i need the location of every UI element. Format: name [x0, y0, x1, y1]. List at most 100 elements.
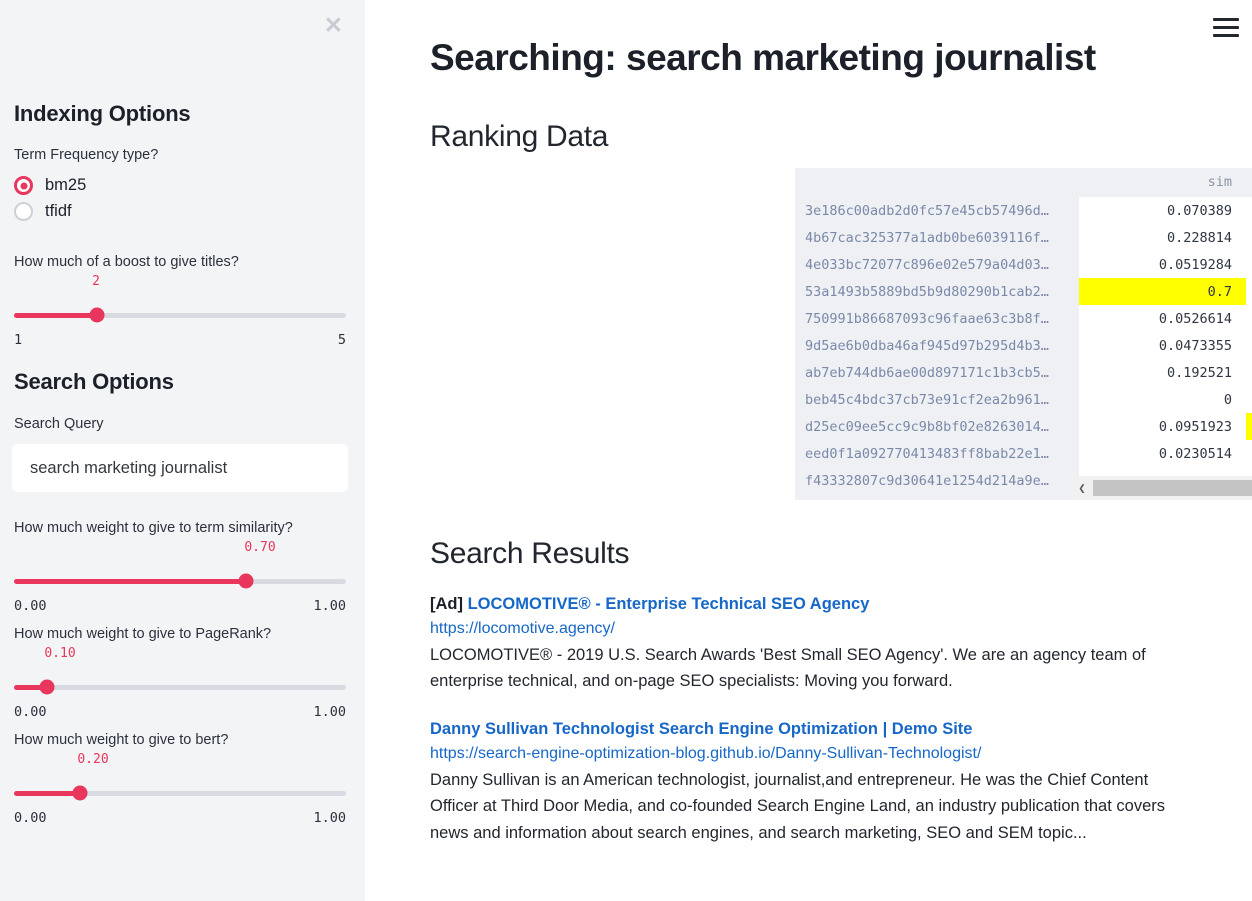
col-header-id[interactable]	[795, 168, 1080, 197]
cell-pr: 0.0218101	[1246, 386, 1252, 413]
ranking-data-table[interactable]: sim pr bert 3e186c00adb2d0fc57e45cb57496…	[795, 168, 1252, 500]
app-root: ✕ Indexing Options Term Frequency type? …	[0, 0, 1252, 901]
pagerank-range: 0.00 1.00	[14, 704, 346, 720]
cell-pr: 0.0128302	[1246, 251, 1252, 278]
hamburger-bar	[1213, 18, 1239, 21]
search-result-item: [Ad] LOCOMOTIVE® - Enterprise Technical …	[430, 592, 1220, 695]
cell-sim: 0.0951923	[1079, 413, 1247, 440]
term-frequency-label: Term Frequency type?	[14, 147, 159, 163]
cell-sim: 0	[1079, 386, 1247, 413]
table-header: sim pr bert	[795, 168, 1252, 197]
result-snippet: Danny Sullivan is an American technologi…	[430, 770, 1165, 842]
radio-option-tfidf[interactable]: tfidf	[14, 202, 86, 221]
ad-badge: [Ad]	[430, 595, 468, 613]
table-row[interactable]: 4e033bc72077c896e02e579a04d03…0.05192840…	[795, 251, 1252, 278]
pagerank-thumb[interactable]	[39, 679, 55, 695]
result-title-link[interactable]: LOCOMOTIVE® - Enterprise Technical SEO A…	[468, 595, 870, 613]
scroll-left-arrow-icon[interactable]: ❮	[1071, 481, 1093, 495]
ranking-data-heading: Ranking Data	[430, 120, 609, 153]
title-boost-slider[interactable]	[14, 307, 346, 323]
bert-value: 0.20	[77, 752, 109, 767]
table-body: 3e186c00adb2d0fc57e45cb57496d…0.0703890.…	[795, 197, 1252, 494]
table-row[interactable]: 9d5ae6b0dba46af945d97b295d4b3…0.04733550…	[795, 332, 1252, 359]
title-boost-max: 5	[337, 331, 346, 348]
cell-sim: 0.070389	[1079, 197, 1247, 224]
bert-thumb[interactable]	[72, 785, 88, 801]
term-similarity-label: How much weight to give to term similari…	[14, 520, 293, 536]
search-options-heading: Search Options	[14, 369, 174, 394]
table-row[interactable]: beb45c4bdc37cb73e91cf2ea2b961…00.0218101…	[795, 386, 1252, 413]
table-row[interactable]: ab7eb744db6ae00d897171c1b3cb5…0.1925210.…	[795, 359, 1252, 386]
title-boost-slider-block: How much of a boost to give titles? 2 1 …	[14, 253, 346, 348]
title-boost-thumb[interactable]	[89, 307, 105, 323]
cell-sim: 0.0473355	[1079, 332, 1247, 359]
pagerank-slider-block: How much weight to give to PageRank? 0.1…	[14, 625, 346, 720]
term-similarity-range: 0.00 1.00	[14, 598, 346, 614]
table-horizontal-scrollbar[interactable]: ❮ ❯	[1071, 476, 1252, 500]
result-title[interactable]: Danny Sullivan Technologist Search Engin…	[430, 717, 1220, 742]
row-id-cell: ab7eb744db6ae00d897171c1b3cb5…	[795, 359, 1080, 386]
title-boost-value: 2	[92, 274, 100, 289]
bert-fill	[14, 790, 81, 796]
cell-pr: 0.00555443	[1246, 359, 1252, 386]
table-row[interactable]: d25ec09ee5cc9c9b8bf02e8263014…0.09519230…	[795, 413, 1252, 440]
table-row[interactable]: 3e186c00adb2d0fc57e45cb57496d…0.0703890.…	[795, 197, 1252, 224]
hamburger-menu-icon[interactable]	[1213, 18, 1239, 37]
col-header-pr[interactable]: pr	[1246, 168, 1252, 197]
row-id-cell: eed0f1a092770413483ff8bab22e1…	[795, 440, 1080, 467]
term-similarity-thumb[interactable]	[238, 573, 254, 589]
term-similarity-value: 0.70	[244, 540, 276, 555]
term-similarity-min: 0.00	[14, 597, 47, 614]
table-row[interactable]: 4b67cac325377a1adb0be6039116f…0.2288140.…	[795, 224, 1252, 251]
bert-label: How much weight to give to bert?	[14, 732, 229, 748]
radio-icon-bm25[interactable]	[14, 176, 33, 195]
result-snippet: LOCOMOTIVE® - 2019 U.S. Search Awards 'B…	[430, 645, 1146, 691]
radio-option-bm25[interactable]: bm25	[14, 176, 86, 195]
cell-pr: 0.0602001	[1246, 197, 1252, 224]
term-similarity-slider-block: How much weight to give to term similari…	[14, 519, 346, 614]
col-header-sim[interactable]: sim	[1079, 168, 1247, 197]
search-result-item: Danny Sullivan Technologist Search Engin…	[430, 717, 1220, 847]
radio-icon-tfidf[interactable]	[14, 202, 33, 221]
pagerank-slider[interactable]	[14, 679, 346, 695]
result-title-link[interactable]: Danny Sullivan Technologist Search Engin…	[430, 720, 972, 738]
bert-slider-block: How much weight to give to bert? 0.20 0.…	[14, 731, 346, 826]
cell-pr: 0	[1246, 278, 1252, 305]
bert-slider[interactable]	[14, 785, 346, 801]
table-row[interactable]: 750991b86687093c96faae63c3b8f…0.05266140…	[795, 305, 1252, 332]
search-query-input[interactable]	[12, 444, 348, 492]
cell-pr: 0.024266	[1246, 224, 1252, 251]
hamburger-bar	[1213, 34, 1239, 37]
term-similarity-slider[interactable]	[14, 573, 346, 589]
title-boost-label: How much of a boost to give titles?	[14, 254, 239, 270]
title-boost-fill	[14, 312, 97, 318]
row-id-cell: 9d5ae6b0dba46af945d97b295d4b3…	[795, 332, 1080, 359]
cell-pr: 0.016315	[1246, 440, 1252, 467]
close-icon[interactable]: ✕	[324, 14, 343, 37]
row-id-cell: 750991b86687093c96faae63c3b8f…	[795, 305, 1080, 332]
search-results-heading: Search Results	[430, 537, 630, 570]
row-id-cell: 53a1493b5889bd5b9d80290b1cab2…	[795, 278, 1080, 305]
title-boost-min: 1	[14, 331, 23, 348]
result-url[interactable]: https://locomotive.agency/	[430, 617, 1220, 642]
bert-range: 0.00 1.00	[14, 810, 346, 826]
term-similarity-max: 1.00	[313, 597, 346, 614]
page-title: Searching: search marketing journalist	[430, 37, 1096, 78]
horizontal-scroll-thumb[interactable]	[1093, 480, 1252, 496]
table-row[interactable]: eed0f1a092770413483ff8bab22e1…0.02305140…	[795, 440, 1252, 467]
title-boost-range: 1 5	[14, 332, 346, 348]
options-sidebar: ✕ Indexing Options Term Frequency type? …	[0, 0, 365, 901]
row-id-cell: 4b67cac325377a1adb0be6039116f…	[795, 224, 1080, 251]
row-id-cell: 3e186c00adb2d0fc57e45cb57496d…	[795, 197, 1080, 224]
result-url[interactable]: https://search-engine-optimization-blog.…	[430, 742, 1220, 767]
table-row[interactable]: 53a1493b5889bd5b9d80290b1cab2…0.700.1395…	[795, 278, 1252, 305]
search-query-label: Search Query	[14, 416, 104, 432]
cell-sim: 0.228814	[1079, 224, 1247, 251]
pagerank-min: 0.00	[14, 703, 47, 720]
main-content: Searching: search marketing journalist R…	[365, 0, 1252, 901]
cell-sim: 0.0519284	[1079, 251, 1247, 278]
cell-sim: 0.0526614	[1079, 305, 1247, 332]
cell-pr: 0.1	[1246, 413, 1252, 440]
result-title[interactable]: [Ad] LOCOMOTIVE® - Enterprise Technical …	[430, 592, 1220, 617]
term-frequency-radio-group: bm25 tfidf	[14, 176, 86, 221]
